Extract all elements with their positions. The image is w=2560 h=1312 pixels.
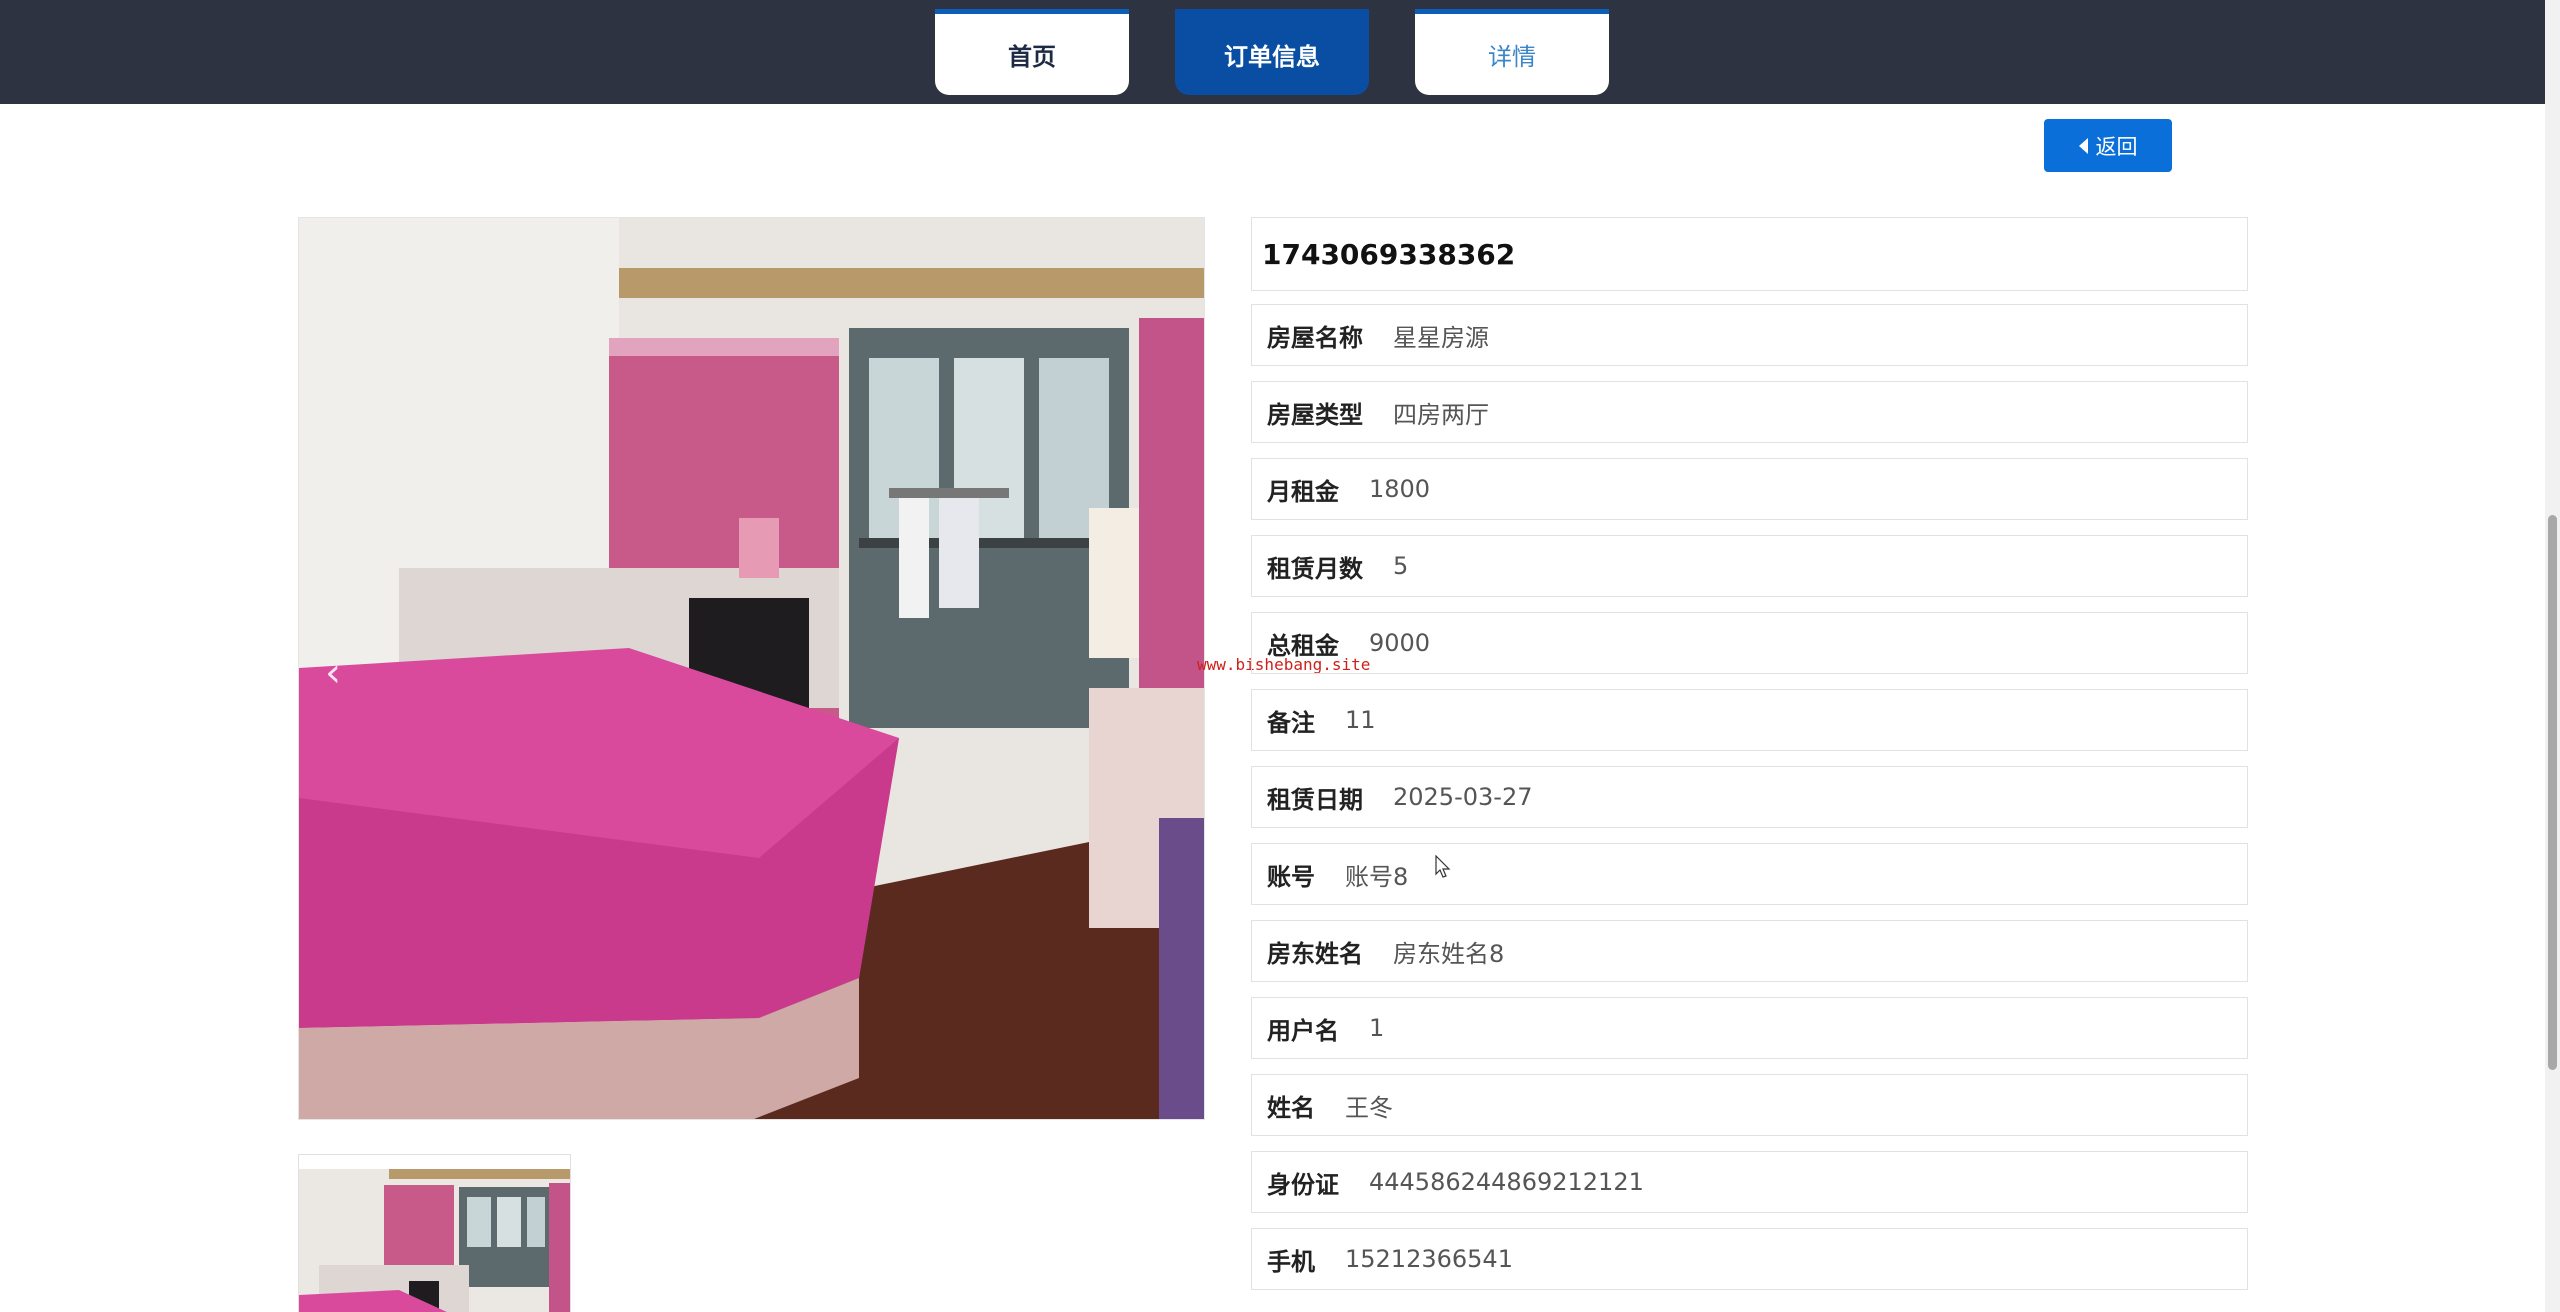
field-row-lease-months: 租赁月数 5 <box>1251 535 2248 597</box>
field-row-monthly-rent: 月租金 1800 <box>1251 458 2248 520</box>
tab-order-info[interactable]: 订单信息 <box>1175 9 1369 95</box>
field-row-house-type: 房屋类型 四房两厅 <box>1251 381 2248 443</box>
field-label: 姓名 <box>1267 1093 1315 1122</box>
field-label: 总租金 <box>1267 631 1339 660</box>
field-row-remark: 备注 11 <box>1251 689 2248 751</box>
field-row-landlord-name: 房东姓名 房东姓名8 <box>1251 920 2248 982</box>
field-value: 9000 <box>1369 629 1431 657</box>
top-navbar: 首页 订单信息 详情 <box>0 0 2545 104</box>
field-label: 手机 <box>1267 1247 1315 1276</box>
field-label: 身份证 <box>1267 1170 1339 1199</box>
field-value: 444586244869212121 <box>1369 1168 1644 1196</box>
tab-home[interactable]: 首页 <box>935 9 1129 95</box>
field-row-account: 账号 账号8 <box>1251 843 2248 905</box>
field-label: 备注 <box>1267 708 1315 737</box>
field-value: 2025-03-27 <box>1393 783 1533 811</box>
field-value: 王冬 <box>1345 1093 1393 1122</box>
carousel-prev-arrow[interactable]: ‹ <box>325 650 341 696</box>
house-photo-main[interactable] <box>298 217 1205 1120</box>
field-label: 月租金 <box>1267 477 1339 506</box>
page-scrollbar-thumb[interactable] <box>2548 515 2557 1070</box>
field-label: 账号 <box>1267 862 1315 891</box>
field-value: 5 <box>1393 552 1409 580</box>
field-row-username: 用户名 1 <box>1251 997 2248 1059</box>
back-button-label: 返回 <box>2095 134 2138 159</box>
field-row-name: 姓名 王冬 <box>1251 1074 2248 1136</box>
field-label: 房屋名称 <box>1267 323 1363 352</box>
field-row-id-card: 身份证 444586244869212121 <box>1251 1151 2248 1213</box>
mouse-cursor-icon <box>1435 854 1451 883</box>
field-value: 房东姓名8 <box>1393 939 1505 968</box>
field-value: 1 <box>1369 1014 1385 1042</box>
field-value: 15212366541 <box>1345 1245 1513 1273</box>
field-value: 11 <box>1345 706 1376 734</box>
house-photo-thumbnail[interactable] <box>298 1154 571 1312</box>
field-value: 星星房源 <box>1393 323 1489 352</box>
field-label: 用户名 <box>1267 1016 1339 1045</box>
caret-left-icon <box>2078 137 2088 154</box>
order-number: 1743069338362 <box>1251 217 2248 291</box>
field-row-total-rent: 总租金 9000 <box>1251 612 2248 674</box>
field-value: 四房两厅 <box>1393 400 1489 429</box>
field-row-lease-date: 租赁日期 2025-03-27 <box>1251 766 2248 828</box>
tab-detail[interactable]: 详情 <box>1415 9 1609 95</box>
back-button[interactable]: 返回 <box>2044 119 2172 172</box>
field-value: 账号8 <box>1345 862 1409 891</box>
field-value: 1800 <box>1369 475 1431 503</box>
field-label: 租赁日期 <box>1267 785 1363 814</box>
field-label: 房东姓名 <box>1267 939 1363 968</box>
field-row-house-name: 房屋名称 星星房源 <box>1251 304 2248 366</box>
field-row-phone: 手机 15212366541 <box>1251 1228 2248 1290</box>
field-label: 房屋类型 <box>1267 400 1363 429</box>
field-label: 租赁月数 <box>1267 554 1363 583</box>
